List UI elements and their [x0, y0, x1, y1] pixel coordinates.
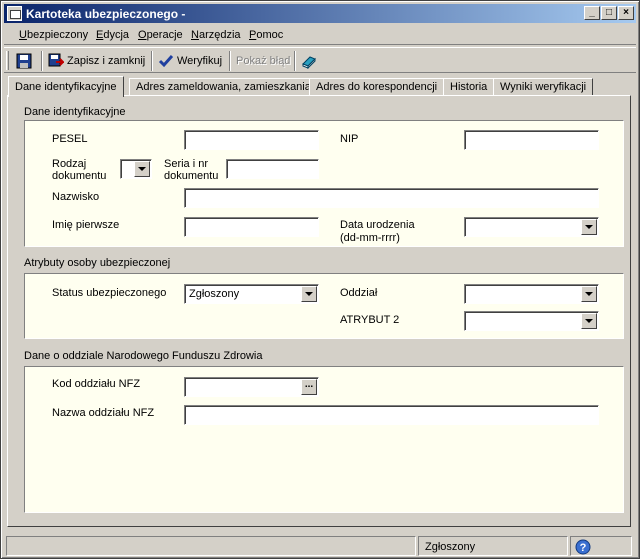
close-button[interactable]: × — [618, 6, 634, 20]
menu-ubezpieczony[interactable]: Ubezpieczony — [19, 29, 88, 41]
surname-input[interactable] — [184, 188, 599, 208]
attr2-label: ATRYBUT 2 — [340, 314, 400, 326]
status-select[interactable]: Zgłoszony — [184, 284, 319, 304]
checkmark-icon — [158, 55, 174, 68]
branch-label: Oddział — [340, 287, 378, 299]
status-cell-empty — [6, 536, 416, 556]
help-icon[interactable]: ? — [575, 539, 591, 555]
doc-series-input[interactable] — [226, 159, 319, 179]
menu-pomoc[interactable]: Pomoc — [249, 29, 283, 41]
main-window: Kartoteka ubezpieczonego - _ □ × Ubezpie… — [0, 0, 640, 559]
nip-label: NIP — [340, 133, 359, 145]
surname-label: Nazwisko — [52, 191, 100, 203]
tab-adres-do-korespondencji[interactable]: Adres do korespondencji — [309, 78, 445, 96]
app-window-icon — [7, 6, 22, 21]
verify-button[interactable]: Weryfikuj — [158, 52, 222, 70]
section-title-attributes: Atrybuty osoby ubezpieczonej — [24, 257, 171, 269]
show-error-button[interactable]: Pokaż błąd — [236, 52, 290, 70]
nfz-name-label: Nazwa oddziału NFZ — [52, 407, 155, 419]
doc-series-label-line1: Seria i nr — [164, 158, 209, 170]
title-bar[interactable]: Kartoteka ubezpieczonego - _ □ × — [4, 4, 636, 23]
save-close-icon — [48, 53, 64, 67]
tab-adres-zameldowania[interactable]: Adres zameldowania, zamieszkania — [129, 78, 318, 96]
verify-label: Weryfikuj — [177, 55, 223, 67]
branch-select[interactable] — [464, 284, 599, 304]
show-error-label: Pokaż błąd — [236, 55, 291, 67]
maximize-button[interactable]: □ — [601, 6, 617, 20]
status-bar: Zgłoszony ? — [4, 535, 636, 557]
window-title: Kartoteka ubezpieczonego - — [26, 7, 186, 21]
toolbar-separator — [151, 51, 153, 71]
section-title-identification: Dane identyfikacyjne — [24, 106, 126, 118]
menu-narzedzia[interactable]: Narzędzia — [191, 29, 241, 41]
menu-operacje[interactable]: Operacje — [138, 29, 183, 41]
minimize-button[interactable]: _ — [584, 6, 600, 20]
save-and-close-button[interactable]: Zapisz i zamknij — [48, 52, 145, 70]
first-name-label: Imię pierwsze — [52, 219, 120, 231]
doc-series-label-line2: dokumentu — [164, 170, 219, 182]
toolbar-grip[interactable] — [6, 51, 9, 70]
section-title-nfz: Dane o oddziale Narodowego Funduszu Zdro… — [24, 350, 263, 362]
toolbar-separator — [229, 51, 231, 71]
status-value: Zgłoszony — [189, 288, 240, 300]
chevron-down-icon[interactable] — [134, 161, 150, 177]
first-name-input[interactable] — [184, 217, 319, 237]
status-cell-help: ? — [570, 536, 632, 556]
tab-dane-identyfikacyjne[interactable]: Dane identyfikacyjne — [8, 76, 124, 97]
tab-panel: Dane identyfikacyjne PESEL NIP Rodzaj do… — [7, 95, 631, 527]
book-icon — [302, 56, 316, 69]
chevron-down-icon[interactable] — [301, 286, 317, 302]
save-and-close-label: Zapisz i zamknij — [67, 55, 146, 67]
nfz-code-input[interactable]: ... — [184, 377, 319, 397]
status-text: Zgłoszony — [418, 536, 568, 556]
tab-historia[interactable]: Historia — [443, 78, 495, 96]
menu-edycja[interactable]: Edycja — [96, 29, 129, 41]
pesel-input[interactable] — [184, 130, 319, 150]
save-button[interactable] — [16, 52, 32, 70]
tab-wyniki-weryfikacji[interactable]: Wyniki weryfikacji — [493, 78, 594, 96]
attr2-select[interactable] — [464, 311, 599, 331]
birth-date-label-line2: (dd-mm-rrrr) — [340, 232, 400, 244]
nfz-code-label: Kod oddziału NFZ — [52, 378, 141, 390]
nip-input[interactable] — [464, 130, 599, 150]
menu-bar: Ubezpieczony Edycja Operacje Narzędzia P… — [4, 25, 636, 45]
pesel-label: PESEL — [52, 133, 88, 145]
tab-strip: Dane identyfikacyjne Adres zameldowania,… — [4, 76, 636, 97]
attributes-group: Status ubezpieczonego Zgłoszony Oddział … — [24, 273, 624, 339]
doc-type-label-line2: dokumentu — [52, 170, 107, 182]
toolbar: Zapisz i zamknij Weryfikuj Pokaż błąd — [4, 47, 636, 73]
identification-group: PESEL NIP Rodzaj dokumentu Seria i nr do… — [24, 120, 624, 247]
book-button[interactable] — [301, 52, 317, 70]
chevron-down-icon[interactable] — [581, 286, 597, 302]
birth-date-select[interactable] — [464, 217, 599, 237]
chevron-down-icon[interactable] — [581, 313, 597, 329]
toolbar-separator — [41, 51, 43, 71]
doc-type-label-line1: Rodzaj — [52, 158, 87, 170]
status-label: Status ubezpieczonego — [52, 287, 167, 299]
birth-date-label-line1: Data urodzenia — [340, 219, 415, 231]
nfz-name-input[interactable] — [184, 405, 599, 425]
ellipsis-button[interactable]: ... — [301, 379, 317, 395]
toolbar-separator — [294, 51, 296, 71]
floppy-disk-icon — [16, 53, 32, 69]
chevron-down-icon[interactable] — [581, 219, 597, 235]
help-glyph: ? — [580, 542, 587, 554]
nfz-group: Kod oddziału NFZ ... Nazwa oddziału NFZ — [24, 366, 624, 513]
doc-type-select[interactable] — [120, 159, 152, 179]
